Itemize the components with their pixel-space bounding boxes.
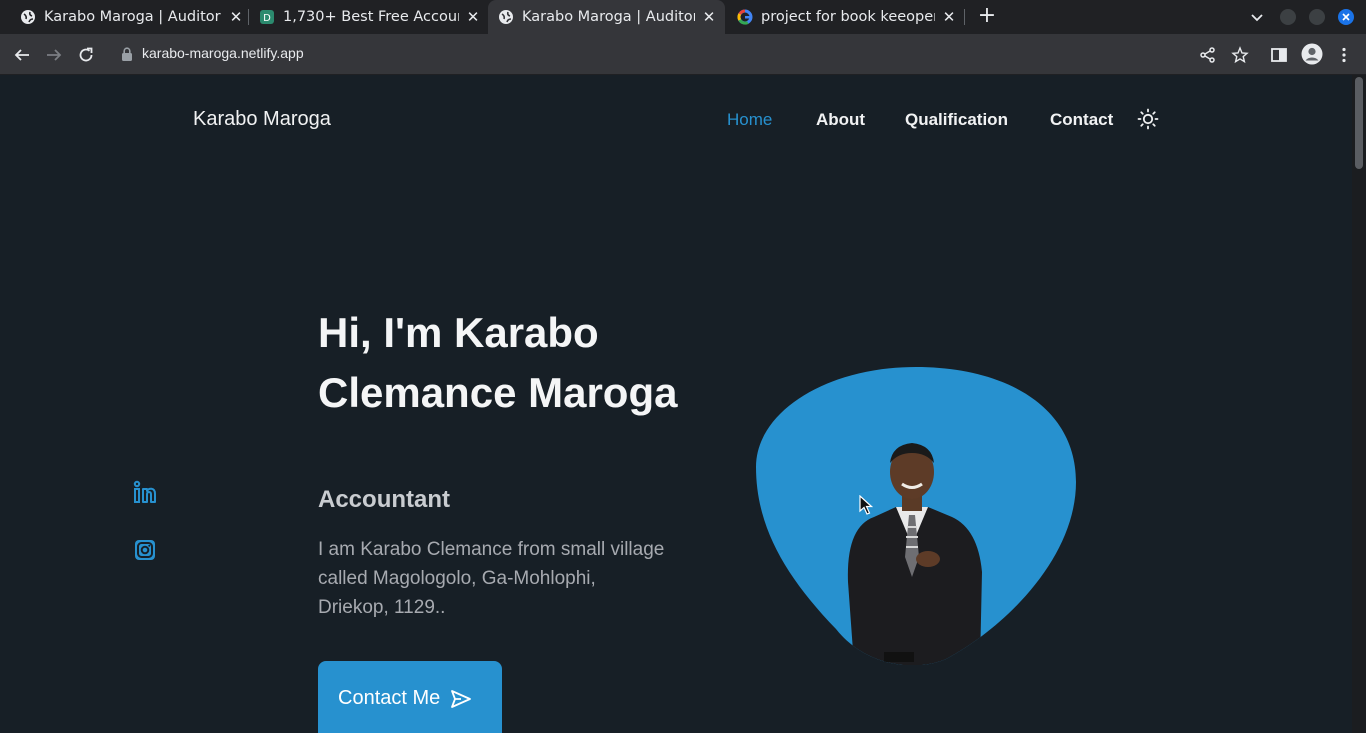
close-icon[interactable]: ✕ [228,9,244,25]
svg-text:D: D [263,13,271,24]
sun-icon[interactable] [1137,108,1159,130]
send-icon [451,690,472,708]
browser-tab-active[interactable]: Karabo Maroga | Auditor ✕ [488,0,725,34]
tab-title: Karabo Maroga | Auditor [522,9,695,25]
google-icon [737,9,753,25]
globe-icon [20,9,36,25]
hero-role: Accountant [318,486,450,513]
close-icon[interactable]: ✕ [701,9,717,25]
instagram-icon[interactable] [133,538,157,562]
browser-tab[interactable]: D 1,730+ Best Free Accounting ✕ [259,0,481,34]
chevron-down-icon[interactable] [1249,9,1265,25]
scrollbar-thumb[interactable] [1355,77,1363,169]
menu-dots-icon[interactable] [1335,46,1353,64]
profile-photo [756,367,1076,665]
tab-title: 1,730+ Best Free Accounting [283,9,459,25]
webpage: Karabo Maroga Home About Qualification C… [0,75,1352,733]
nav-about[interactable]: About [816,110,865,130]
back-arrow-icon[interactable] [13,46,31,64]
profile-avatar-icon[interactable] [1301,43,1323,65]
minimize-button[interactable] [1280,9,1296,25]
window-close-button[interactable] [1338,9,1354,25]
tab-separator [964,9,965,25]
reload-icon[interactable] [77,46,95,64]
contact-me-label: Contact Me [338,687,441,709]
dribbble-style-icon: D [259,9,275,25]
new-tab-icon[interactable]: + [977,5,997,27]
nav-qualification[interactable]: Qualification [905,110,1008,130]
contact-me-button[interactable]: Contact Me [318,661,502,733]
close-icon[interactable]: ✕ [941,9,957,25]
browser-toolbar: karabo-maroga.netlify.app [0,34,1366,75]
close-icon[interactable]: ✕ [465,9,481,25]
lock-icon[interactable] [121,47,133,61]
tab-title: Karabo Maroga | Auditor [44,9,221,25]
mouse-cursor-icon [859,495,873,515]
linkedin-icon[interactable] [133,480,157,504]
nav-contact[interactable]: Contact [1050,110,1113,130]
maximize-button[interactable] [1309,9,1325,25]
site-logo[interactable]: Karabo Maroga [193,108,331,131]
hero-title: Hi, I'm Karabo Clemance Maroga [318,309,678,416]
address-bar[interactable]: karabo-maroga.netlify.app [142,45,304,61]
browser-tab[interactable]: Karabo Maroga | Auditor ✕ [20,0,244,34]
tab-title: project for book keeoper - [761,9,935,25]
forward-arrow-icon[interactable] [45,46,63,64]
hero-bio: I am Karabo Clemance from small village … [318,539,665,618]
share-icon[interactable] [1199,46,1217,64]
globe-icon [498,9,514,25]
side-panel-icon[interactable] [1270,46,1288,64]
nav-home[interactable]: Home [727,110,772,130]
tab-separator [248,9,249,25]
bookmark-star-icon[interactable] [1231,46,1249,64]
browser-tab-bar: Karabo Maroga | Auditor ✕ D 1,730+ Best … [0,0,1366,34]
page-scrollbar[interactable] [1352,75,1366,733]
browser-tab[interactable]: project for book keeoper - ✕ [737,0,957,34]
